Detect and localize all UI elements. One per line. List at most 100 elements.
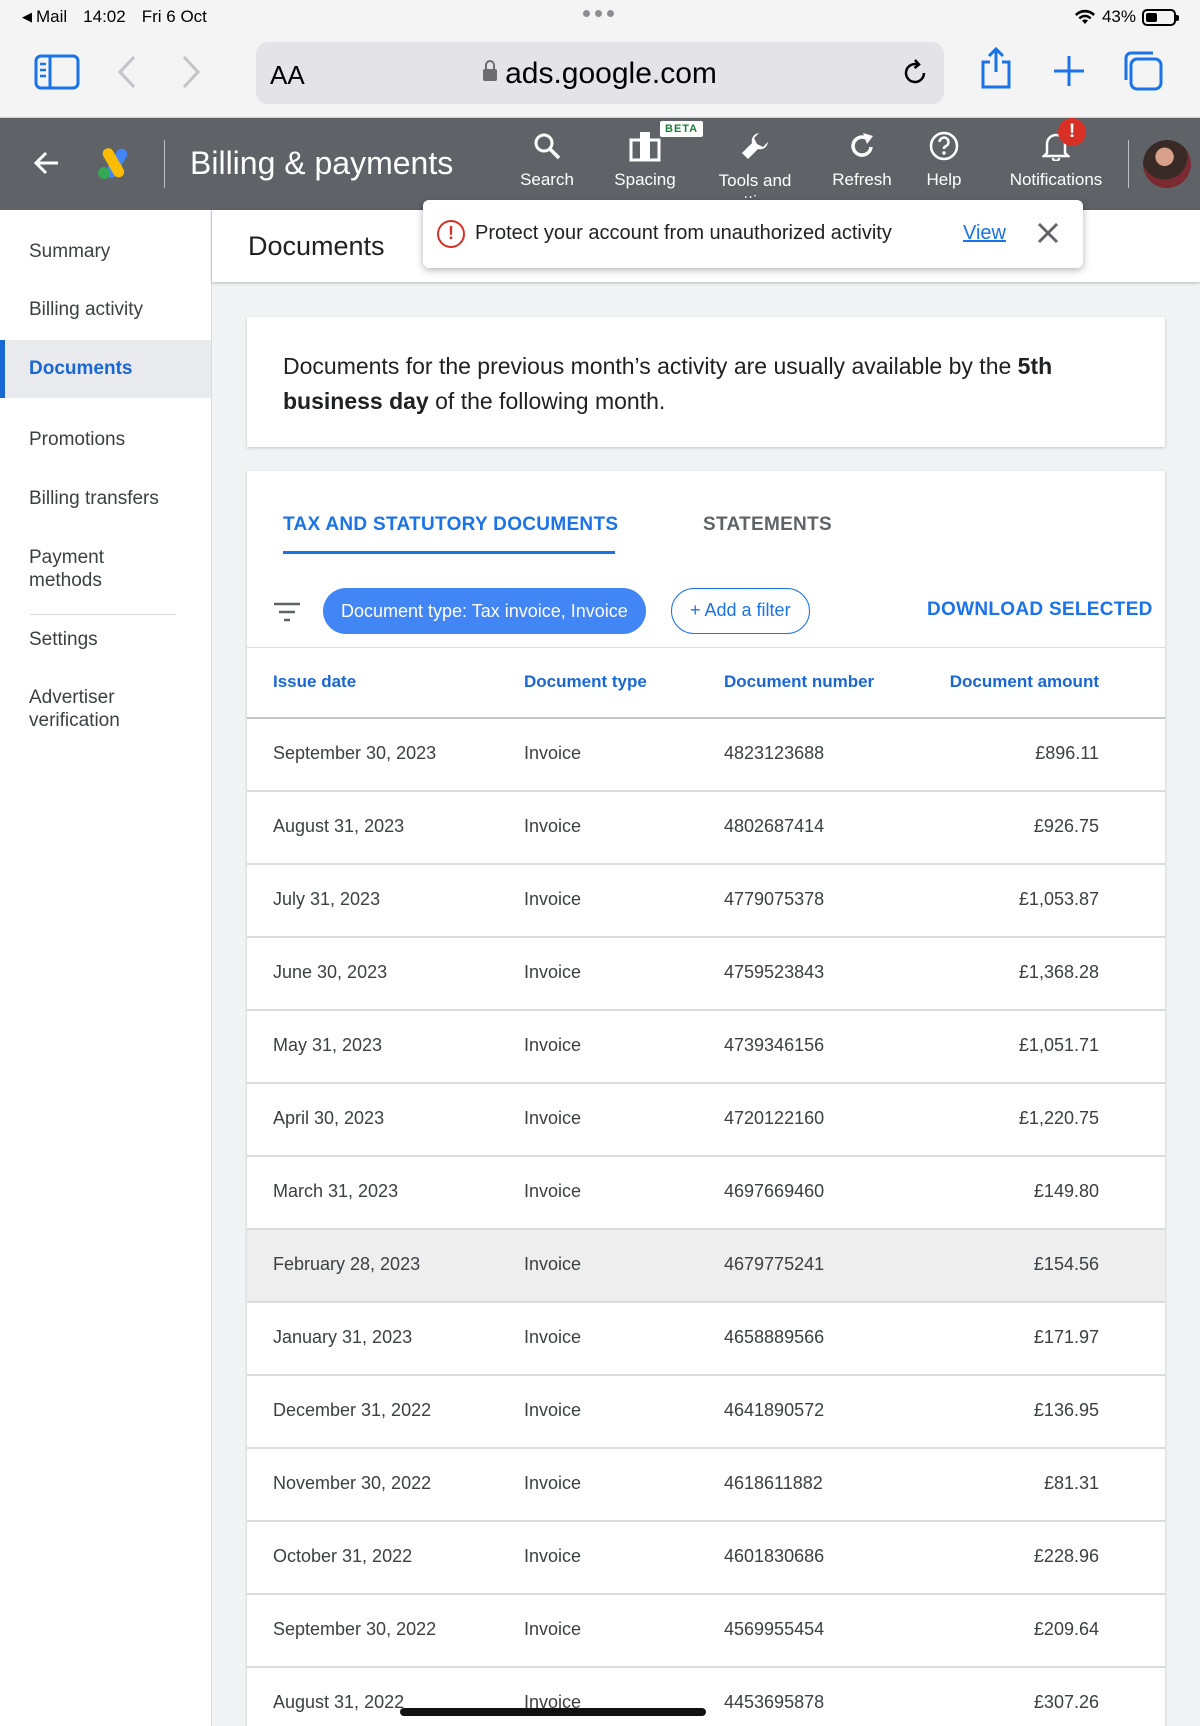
security-alert-view-link[interactable]: View: [963, 222, 1006, 245]
tool-refresh[interactable]: Refresh: [826, 126, 898, 190]
document-number-cell: 4759523843: [724, 962, 825, 982]
document-amount-cell: £171.97: [1033, 1327, 1099, 1347]
table-row[interactable]: October 31, 2022 Invoice 4601830686 £228.96: [247, 1522, 1165, 1595]
tabs-overview-icon[interactable]: [1122, 50, 1164, 92]
column-header-document-number[interactable]: Document number: [724, 672, 874, 692]
document-number-cell: 4739346156: [724, 1035, 825, 1055]
table-row[interactable]: June 30, 2023 Invoice 4759523843 £1,368.28: [247, 938, 1165, 1011]
tool-help-label: Help: [926, 170, 962, 189]
new-tab-icon[interactable]: [1052, 54, 1086, 88]
sidebar-item-billing-transfers[interactable]: Billing transfers: [0, 487, 211, 510]
tab-statements[interactable]: STATEMENTS: [703, 514, 832, 536]
tool-notifications-label: Notifications: [1009, 170, 1103, 189]
document-amount-cell: £307.26: [1033, 1692, 1099, 1712]
security-alert-message: Protect your account from unauthorized a…: [475, 222, 892, 244]
sidebar-toggle-icon[interactable]: [34, 54, 80, 90]
document-number-cell: 4453695878: [724, 1692, 825, 1712]
issue-date-cell: January 31, 2023: [273, 1327, 413, 1347]
avatar[interactable]: [1143, 140, 1191, 188]
sidebar-divider: [30, 614, 176, 615]
tool-search[interactable]: Search: [515, 126, 579, 190]
sidebar-item-documents[interactable]: Documents: [0, 340, 211, 398]
info-card: Documents for the previous month’s activ…: [247, 317, 1165, 447]
lock-icon: [483, 60, 498, 81]
column-header-document-amount[interactable]: Document amount: [950, 672, 1099, 692]
table-row[interactable]: September 30, 2023 Invoice 4823123688 £896.…: [247, 719, 1165, 792]
warning-icon: !: [437, 220, 465, 248]
document-number-cell: 4823123688: [724, 743, 825, 763]
issue-date-cell: May 31, 2023: [273, 1035, 383, 1055]
back-arrow-icon[interactable]: [32, 148, 62, 178]
info-text-part2: of the following month.: [428, 388, 666, 414]
info-text: Documents for the previous month’s activ…: [283, 349, 1143, 419]
sidebar-item-summary[interactable]: Summary: [0, 240, 211, 263]
sidebar-item-advertiser-verification[interactable]: Advertiser verification: [0, 686, 150, 732]
refresh-icon: [851, 133, 873, 157]
table-row[interactable]: February 28, 2023 Invoice 4679775241 £154.5…: [247, 1230, 1165, 1303]
issue-date-cell: August 31, 2022: [273, 1692, 405, 1712]
table-row[interactable]: January 31, 2023 Invoice 4658889566 £171.97: [247, 1303, 1165, 1376]
table-row[interactable]: September 30, 2022 Invoice 4569955454 £209.…: [247, 1595, 1165, 1668]
table-row[interactable]: March 31, 2023 Invoice 4697669460 £149.80: [247, 1157, 1165, 1230]
sidebar-item-promotions[interactable]: Promotions: [0, 428, 211, 451]
download-selected-button[interactable]: DOWNLOAD SELECTED: [927, 599, 1153, 621]
issue-date-cell: June 30, 2023: [273, 962, 388, 982]
tool-notifications[interactable]: Notifications: [1000, 126, 1112, 190]
status-date: Fri 6 Oct: [141, 7, 207, 26]
address-bar[interactable]: AA ads.google.com: [256, 42, 944, 104]
issue-date-cell: April 30, 2023: [273, 1108, 385, 1128]
header-divider-right: [1128, 140, 1129, 188]
issue-date-cell: July 31, 2023: [273, 889, 381, 909]
document-number-cell: 4720122160: [724, 1108, 825, 1128]
table-row[interactable]: August 31, 2022 Invoice 4453695878 £307.26: [247, 1668, 1165, 1726]
document-amount-cell: £154.56: [1033, 1254, 1099, 1274]
document-type-filter-chip[interactable]: Document type: Tax invoice, Invoice: [323, 588, 646, 634]
table-row[interactable]: July 31, 2023 Invoice 4779075378 £1,053.87: [247, 865, 1165, 938]
table-row[interactable]: November 30, 2022 Invoice 4618611882 £81.31: [247, 1449, 1165, 1522]
info-text-part1: Documents for the previous month’s activ…: [283, 353, 1018, 379]
back-to-app-icon[interactable]: ◀: [22, 9, 32, 25]
issue-date-cell: October 31, 2022: [273, 1546, 413, 1566]
issue-date-cell: September 30, 2023: [273, 743, 437, 763]
column-header-issue-date[interactable]: Issue date: [273, 672, 356, 692]
table-header: Issue date Document type Document number…: [247, 647, 1165, 719]
tool-help[interactable]: Help: [918, 126, 970, 190]
battery-percent: 43%: [1101, 7, 1136, 26]
browser-back-icon[interactable]: [116, 54, 138, 90]
tool-tools-and-settings[interactable]: Tools and settings: [712, 126, 798, 198]
table-row[interactable]: December 31, 2022 Invoice 4641890572 £136.9…: [247, 1376, 1165, 1449]
column-header-document-type[interactable]: Document type: [524, 672, 647, 692]
document-amount-cell: £1,051.71: [1018, 1035, 1099, 1055]
document-type-cell: Invoice: [524, 1108, 582, 1128]
document-amount-cell: £209.64: [1033, 1619, 1099, 1639]
document-amount-cell: £81.31: [1043, 1473, 1099, 1493]
document-number-cell: 4618611882: [724, 1473, 823, 1493]
sidebar-item-billing-activity[interactable]: Billing activity: [0, 298, 211, 321]
table-row[interactable]: August 31, 2023 Invoice 4802687414 £926.75: [247, 792, 1165, 865]
multitasking-dots-icon[interactable]: [583, 10, 614, 17]
sidebar-item-payment-methods[interactable]: Payment methods: [0, 546, 160, 592]
share-icon[interactable]: [978, 46, 1014, 90]
filter-icon[interactable]: [273, 601, 301, 623]
search-icon: [534, 133, 561, 160]
browser-forward-icon[interactable]: [180, 54, 202, 90]
sidebar-item-settings[interactable]: Settings: [0, 628, 211, 651]
google-ads-logo-icon[interactable]: [96, 146, 134, 180]
document-number-cell: 4697669460: [724, 1181, 825, 1201]
table-row[interactable]: April 30, 2023 Invoice 4720122160 £1,220.75: [247, 1084, 1165, 1157]
back-app-label[interactable]: Mail: [36, 7, 67, 27]
home-indicator[interactable]: [400, 1708, 706, 1716]
document-type-cell: Invoice: [524, 1254, 582, 1274]
ads-header: Billing & payments Search Spacing BETA T…: [0, 118, 1200, 210]
table-row[interactable]: May 31, 2023 Invoice 4739346156 £1,051.71: [247, 1011, 1165, 1084]
tab-tax-and-statutory-documents[interactable]: TAX AND STATUTORY DOCUMENTS: [283, 514, 618, 536]
wifi-icon: [1074, 9, 1095, 24]
document-amount-cell: £1,053.87: [1018, 889, 1099, 909]
document-number-cell: 4779075378: [724, 889, 825, 909]
page-title: Documents: [248, 231, 385, 261]
document-type-cell: Invoice: [524, 962, 582, 982]
reload-icon[interactable]: [900, 58, 930, 88]
close-icon[interactable]: [1035, 220, 1061, 246]
issue-date-cell: September 30, 2022: [273, 1619, 437, 1639]
add-filter-button[interactable]: + Add a filter: [671, 588, 810, 634]
